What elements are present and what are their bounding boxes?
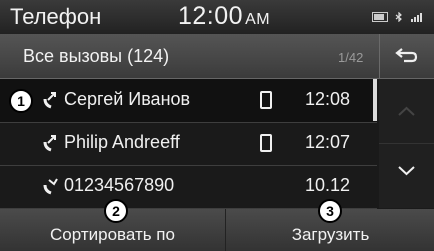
clock-time: 12:00 xyxy=(178,2,244,30)
call-list-item[interactable]: Сергей Иванов 12:08 xyxy=(0,79,377,123)
page-counter: 1/42 xyxy=(338,50,364,65)
call-time: 12:07 xyxy=(305,132,351,152)
callout-3: 3 xyxy=(318,199,342,223)
call-list-item[interactable]: Philip Andreeff 12:07 xyxy=(0,122,377,166)
list-title: Все вызовы (124) xyxy=(23,46,170,66)
header-bar: Все вызовы (124) 1/42 xyxy=(0,34,434,79)
app-title: Телефон xyxy=(10,4,102,29)
clock-ampm: AM xyxy=(245,11,271,28)
contact-name: Philip Andreeff xyxy=(64,132,180,152)
signal-icon xyxy=(411,13,422,22)
back-button[interactable] xyxy=(379,34,434,78)
contact-number: 01234567890 xyxy=(64,175,175,195)
side-controls xyxy=(379,79,434,208)
bottom-bar: Сортировать по Загрузить xyxy=(0,209,434,251)
battery-icon xyxy=(372,12,388,22)
callout-2: 2 xyxy=(104,199,128,223)
phone-screen: Телефон 12:00 AM Все вызовы (124) 1/42 С… xyxy=(0,0,434,251)
clock: 12:00 AM xyxy=(178,3,270,33)
scroll-indicator[interactable] xyxy=(373,79,377,121)
outgoing-call-icon xyxy=(43,92,56,109)
chevron-up-icon xyxy=(398,106,415,116)
status-bar: Телефон 12:00 AM xyxy=(0,0,434,34)
bluetooth-icon xyxy=(395,12,402,22)
scroll-down-button[interactable] xyxy=(379,143,434,208)
outgoing-call-icon xyxy=(43,135,56,152)
call-list: Сергей Иванов 12:08 Philip Andreeff 12:0… xyxy=(0,79,377,209)
call-time: 12:08 xyxy=(305,89,351,109)
mobile-phone-icon xyxy=(260,134,272,152)
chevron-down-icon xyxy=(398,166,415,176)
mobile-phone-icon xyxy=(260,91,272,109)
call-time: 10.12 xyxy=(305,175,351,195)
scroll-up-button[interactable] xyxy=(379,79,434,144)
missed-call-icon xyxy=(43,178,58,195)
contact-name: Сергей Иванов xyxy=(64,89,191,109)
load-button-label: Загрузить xyxy=(291,225,370,244)
callout-1: 1 xyxy=(9,89,33,113)
sort-button-label: Сортировать по xyxy=(50,225,175,244)
status-icons xyxy=(372,11,426,23)
back-arrow-icon xyxy=(395,48,418,63)
